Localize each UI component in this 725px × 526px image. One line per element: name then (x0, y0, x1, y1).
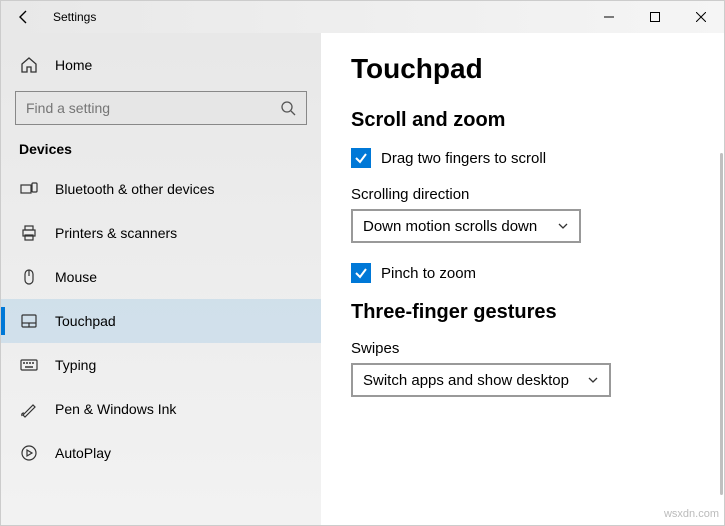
sidebar-item-touchpad[interactable]: Touchpad (1, 299, 321, 343)
pen-icon (19, 399, 39, 419)
sidebar-item-label: Touchpad (55, 313, 116, 329)
search-box[interactable] (15, 91, 307, 125)
titlebar: Settings (1, 1, 724, 33)
chevron-down-icon (557, 220, 569, 232)
maximize-icon (650, 12, 660, 22)
settings-window: Settings Home (0, 0, 725, 526)
sidebar-item-autoplay[interactable]: AutoPlay (1, 431, 321, 475)
sidebar-item-typing[interactable]: Typing (1, 343, 321, 387)
sidebar-item-label: Printers & scanners (55, 225, 177, 241)
autoplay-icon (19, 443, 39, 463)
checkmark-icon (354, 266, 368, 280)
close-button[interactable] (678, 1, 724, 33)
chevron-down-icon (587, 374, 599, 386)
sidebar: Home Devices Bluetooth & other devices (1, 33, 321, 525)
back-button[interactable] (1, 1, 47, 33)
search-wrap (1, 87, 321, 139)
mouse-icon (19, 267, 39, 287)
window-title: Settings (47, 10, 96, 24)
swipes-dropdown[interactable]: Switch apps and show desktop (351, 363, 611, 397)
sidebar-item-mouse[interactable]: Mouse (1, 255, 321, 299)
scrolling-direction-label: Scrolling direction (351, 186, 694, 203)
sidebar-item-label: Mouse (55, 269, 97, 285)
touchpad-icon (19, 311, 39, 331)
arrow-left-icon (16, 9, 32, 25)
drag-two-fingers-row[interactable]: Drag two fingers to scroll (351, 148, 694, 168)
main-panel: Touchpad Scroll and zoom Drag two finger… (321, 33, 724, 525)
home-nav[interactable]: Home (1, 43, 321, 87)
page-title: Touchpad (351, 53, 694, 85)
drag-two-fingers-checkbox[interactable] (351, 148, 371, 168)
content-area: Home Devices Bluetooth & other devices (1, 33, 724, 525)
search-icon (280, 100, 296, 116)
sidebar-item-bluetooth[interactable]: Bluetooth & other devices (1, 167, 321, 211)
window-controls (586, 1, 724, 33)
section-scroll-zoom: Scroll and zoom (351, 109, 694, 132)
drag-two-fingers-label: Drag two fingers to scroll (381, 150, 546, 167)
scrollbar[interactable] (720, 153, 723, 495)
minimize-button[interactable] (586, 1, 632, 33)
sidebar-item-label: Typing (55, 357, 96, 373)
devices-icon (19, 179, 39, 199)
sidebar-item-pen[interactable]: Pen & Windows Ink (1, 387, 321, 431)
close-icon (696, 12, 706, 22)
maximize-button[interactable] (632, 1, 678, 33)
keyboard-icon (19, 355, 39, 375)
category-heading: Devices (1, 139, 321, 167)
pinch-to-zoom-checkbox[interactable] (351, 263, 371, 283)
swipes-label: Swipes (351, 340, 694, 357)
watermark: wsxdn.com (664, 508, 719, 520)
pinch-to-zoom-label: Pinch to zoom (381, 265, 476, 282)
sidebar-item-label: Bluetooth & other devices (55, 181, 215, 197)
minimize-icon (604, 12, 614, 22)
sidebar-item-label: AutoPlay (55, 445, 111, 461)
sidebar-item-label: Pen & Windows Ink (55, 401, 176, 417)
home-icon (19, 55, 39, 75)
printer-icon (19, 223, 39, 243)
scrolling-direction-dropdown[interactable]: Down motion scrolls down (351, 209, 581, 243)
pinch-to-zoom-row[interactable]: Pinch to zoom (351, 263, 694, 283)
section-three-finger: Three-finger gestures (351, 301, 694, 324)
scrolling-direction-value: Down motion scrolls down (363, 218, 537, 235)
home-label: Home (55, 57, 92, 73)
search-input[interactable] (26, 100, 280, 116)
checkmark-icon (354, 151, 368, 165)
sidebar-item-printers[interactable]: Printers & scanners (1, 211, 321, 255)
swipes-value: Switch apps and show desktop (363, 372, 569, 389)
